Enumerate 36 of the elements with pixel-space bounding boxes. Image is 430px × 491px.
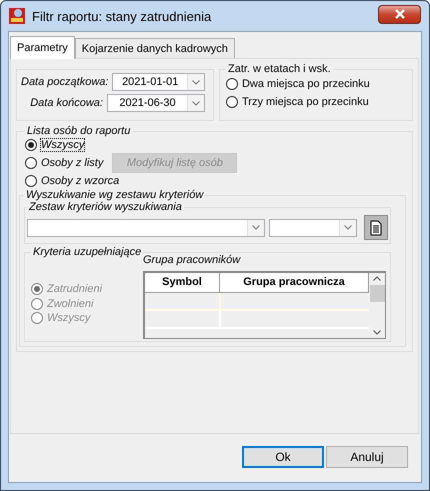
radio-label[interactable]: Dwa miejsca po przecinku <box>242 78 370 90</box>
document-icon-button[interactable] <box>364 215 388 240</box>
close-icon[interactable] <box>394 9 406 19</box>
group-title: Kryteria uzupełniające <box>32 246 142 258</box>
dropdown-caret-icon[interactable] <box>192 100 200 106</box>
radio-button[interactable] <box>25 139 37 151</box>
radio-label[interactable]: Osoby z listy <box>41 157 104 169</box>
window-title: Filtr raportu: stany zatrudnienia <box>32 8 212 24</box>
date-field[interactable]: 2021-06-30 <box>106 94 205 112</box>
scroll-up-icon[interactable] <box>373 276 381 281</box>
table-title: Grupa pracowników <box>143 254 242 266</box>
dropdown-caret-icon[interactable] <box>192 80 200 84</box>
app-icon <box>8 7 26 25</box>
group-title: Wyszukiwanie wg zestawu kryteriów <box>25 189 205 201</box>
radio-label[interactable]: Trzy miejsca po przecinku <box>242 96 369 108</box>
date-label: Data początkowa: <box>21 76 108 88</box>
tab[interactable]: Kojarzenie danych kadrowych <box>74 38 235 58</box>
dropdown-caret-icon[interactable] <box>344 225 352 230</box>
date-field[interactable]: 2021-01-01 <box>112 73 205 91</box>
close-button[interactable] <box>378 4 421 24</box>
dialog-button[interactable]: Ok <box>242 446 324 468</box>
dialog-button[interactable]: Anuluj <box>326 446 408 468</box>
radio-label[interactable]: Wszyscy <box>41 139 84 151</box>
radio-button[interactable] <box>226 78 238 90</box>
radio-button[interactable] <box>25 157 37 169</box>
group-title: Lista osób do raportu <box>26 125 132 137</box>
group-title: Zestaw kryteriów wyszukiwania <box>28 201 183 213</box>
document-icon[interactable] <box>370 220 382 236</box>
group-title: Zatr. w etatach i wsk. <box>226 63 332 75</box>
radio-button[interactable] <box>226 96 238 108</box>
dropdown-caret-icon[interactable] <box>252 225 260 230</box>
radio-button[interactable] <box>25 175 37 187</box>
date-label: Data końcowa: <box>30 97 103 109</box>
radio-label[interactable]: Osoby z wzorca <box>41 175 120 187</box>
tab[interactable]: Parametry <box>10 36 75 59</box>
scroll-down-icon[interactable] <box>373 330 381 335</box>
